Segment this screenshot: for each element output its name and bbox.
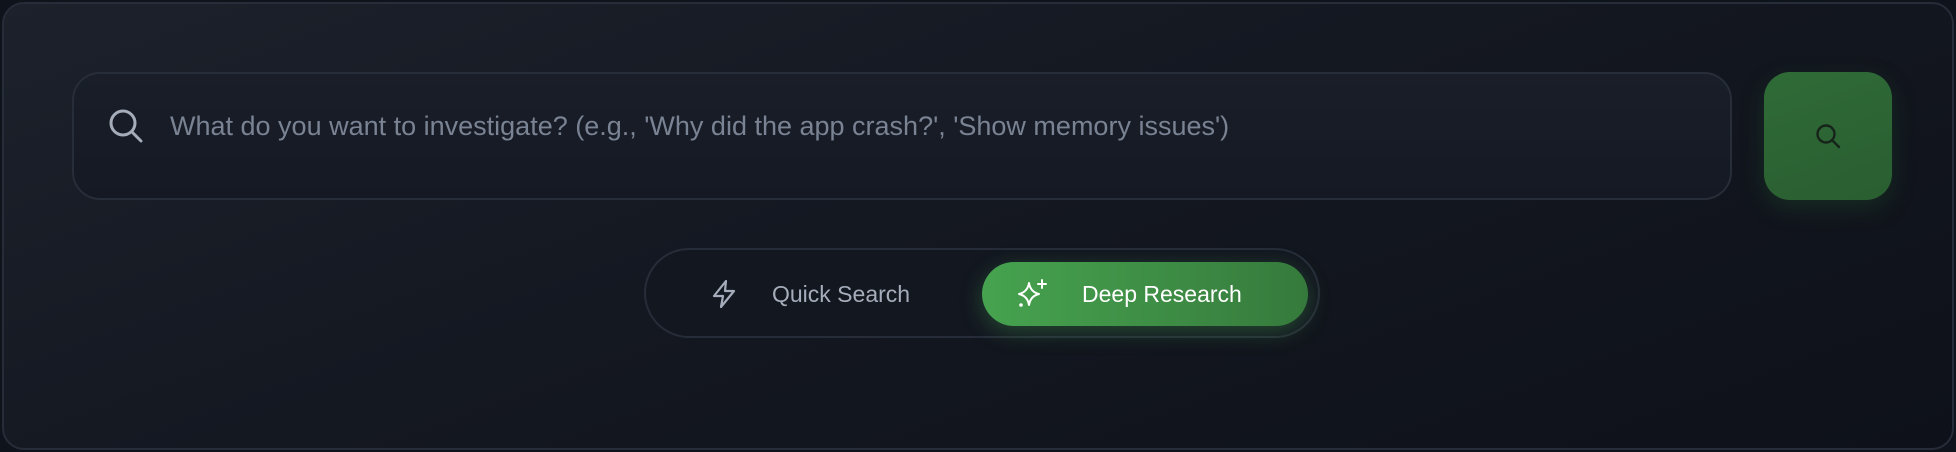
search-button[interactable] (1764, 72, 1892, 200)
lightning-icon (712, 279, 736, 309)
search-icon (109, 109, 143, 143)
deep-research-option[interactable]: Deep Research (982, 262, 1308, 326)
search-input[interactable] (170, 96, 1690, 156)
deep-research-label: Deep Research (1082, 281, 1242, 307)
search-panel: Quick Search Deep Research (2, 2, 1954, 450)
search-mode-toggle: Quick Search Deep Research (644, 248, 1320, 338)
quick-search-option[interactable]: Quick Search (666, 262, 966, 326)
search-icon (1816, 124, 1841, 149)
sparkles-icon (1018, 279, 1047, 307)
search-field[interactable] (72, 72, 1732, 200)
quick-search-label: Quick Search (772, 281, 911, 307)
